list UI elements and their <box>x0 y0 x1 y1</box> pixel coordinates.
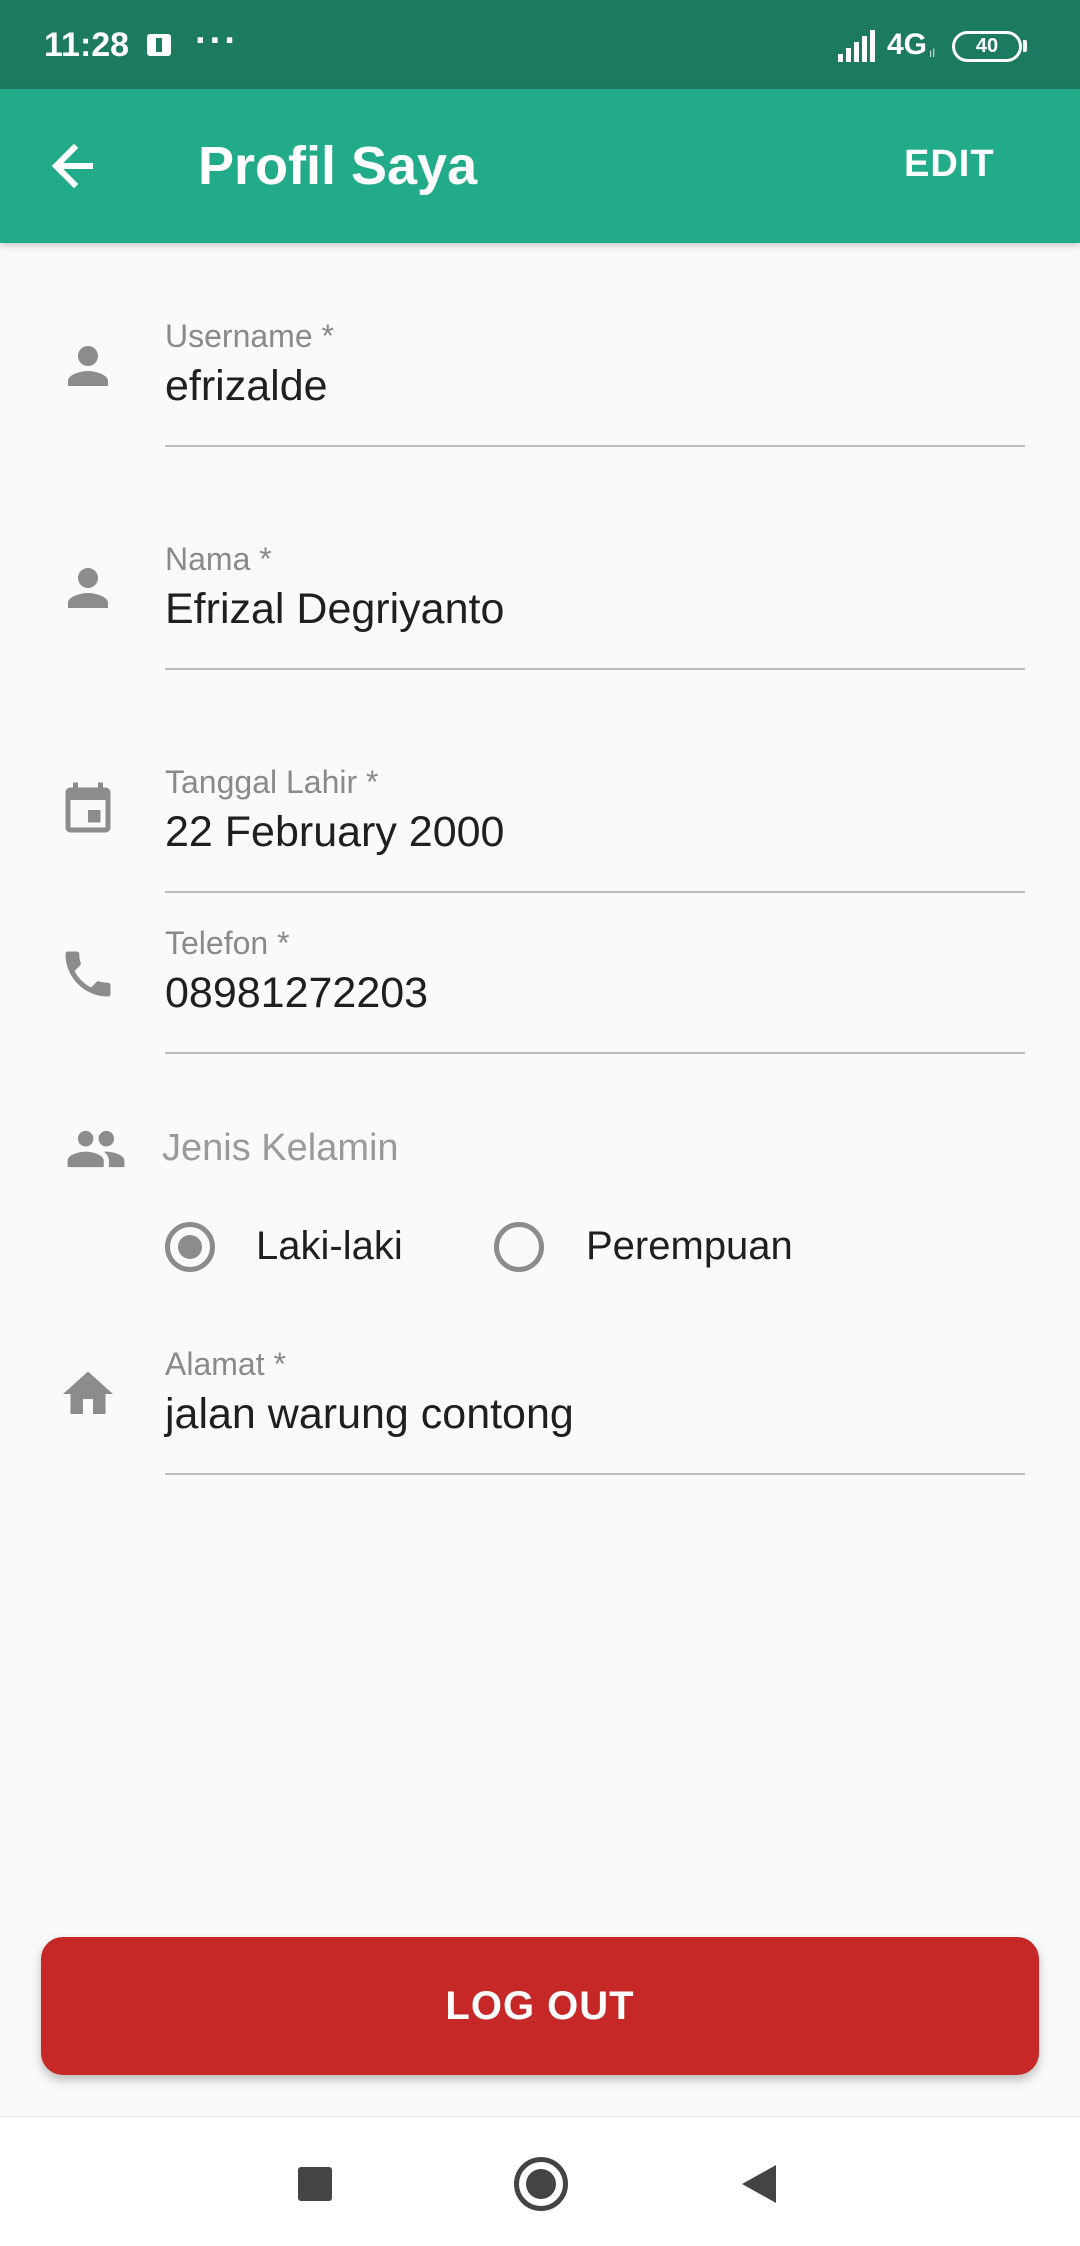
logout-button[interactable]: LOG OUT <box>41 1937 1039 2075</box>
alamat-underline <box>165 1473 1025 1475</box>
back-arrow-icon[interactable] <box>40 133 114 199</box>
username-label: Username * <box>165 318 334 354</box>
radio-label-perempuan[interactable]: Perempuan <box>586 1224 793 1269</box>
status-bar: 11:28 ··· 4G ıl 40 <box>0 0 1080 89</box>
nama-field[interactable]: Efrizal Degriyanto <box>165 585 504 634</box>
status-time: 11:28 <box>44 26 130 64</box>
home-icon <box>63 1371 113 1414</box>
person-icon <box>68 346 108 386</box>
back-triangle-icon[interactable] <box>742 2165 776 2203</box>
signal-icon <box>838 30 875 62</box>
radio-laki-laki[interactable] <box>165 1222 215 1272</box>
person-icon <box>68 568 108 608</box>
calendar-icon <box>65 782 111 833</box>
telefon-field[interactable]: 08981272203 <box>165 969 428 1018</box>
username-field[interactable]: efrizalde <box>165 362 328 411</box>
people-icon <box>67 1130 125 1168</box>
username-underline <box>165 445 1025 447</box>
more-notifications-icon: ··· <box>195 20 239 62</box>
edit-button[interactable]: EDIT <box>904 143 995 186</box>
nama-underline <box>165 668 1025 670</box>
sim-card-icon <box>147 34 171 56</box>
gender-label: Jenis Kelamin <box>162 1127 399 1169</box>
system-nav-bar <box>0 2116 1080 2246</box>
page-title: Profil Saya <box>198 136 478 196</box>
phone-icon <box>65 951 111 997</box>
nama-label: Nama * <box>165 541 272 577</box>
home-button-icon[interactable] <box>514 2157 568 2211</box>
tanggal-lahir-field[interactable]: 22 February 2000 <box>165 808 504 857</box>
alamat-label: Alamat * <box>165 1346 286 1382</box>
alamat-field[interactable]: jalan warung contong <box>165 1390 574 1439</box>
network-type: 4G <box>887 28 928 61</box>
tanggal-lahir-label: Tanggal Lahir * <box>165 764 379 800</box>
recents-icon[interactable] <box>298 2167 332 2201</box>
telefon-underline <box>165 1052 1025 1054</box>
battery-level: 40 <box>975 35 999 57</box>
battery-icon: 40 <box>952 31 1022 62</box>
radio-perempuan[interactable] <box>494 1222 544 1272</box>
radio-label-laki-laki[interactable]: Laki-laki <box>256 1224 403 1269</box>
network-activity-icon: ıl <box>929 46 935 60</box>
telefon-label: Telefon * <box>165 925 290 961</box>
tanggal-lahir-underline <box>165 891 1025 893</box>
battery-nub <box>1023 40 1027 52</box>
app-bar: Profil Saya EDIT <box>0 89 1080 243</box>
